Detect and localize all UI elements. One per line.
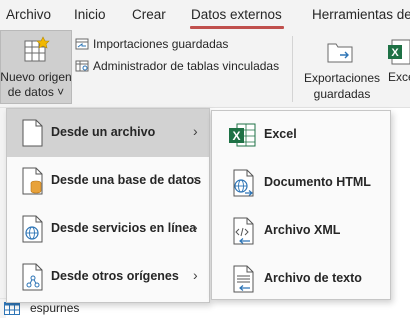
submenu-arrow-icon: ›: [193, 219, 198, 235]
text-file-icon: [233, 265, 254, 293]
ribbon-tab-bar: Archivo Inicio Crear Datos externos Herr…: [0, 0, 410, 30]
submenu-arrow-icon: ›: [193, 267, 198, 283]
navigation-item-label: espurnes: [30, 301, 80, 315]
svg-text:X: X: [232, 129, 240, 143]
submenu-item-text-label: Archivo de texto: [264, 271, 362, 285]
linked-table-manager-label: Administrador de tablas vinculadas: [93, 59, 280, 73]
table-icon: [4, 302, 20, 315]
tab-crear[interactable]: Crear: [132, 7, 166, 22]
html-document-icon: [233, 169, 254, 197]
excel-icon: X: [229, 123, 256, 147]
submenu-arrow-icon: ›: [193, 171, 198, 187]
excel-export-icon: X: [388, 39, 410, 65]
from-file-submenu: X Excel Documento HTML Archivo XML Archi…: [211, 110, 391, 300]
linked-table-manager-icon: [75, 60, 89, 72]
active-tab-indicator: [190, 26, 284, 29]
submenu-item-text[interactable]: Archivo de texto: [212, 255, 390, 303]
linked-table-manager-button[interactable]: Administrador de tablas vinculadas: [75, 59, 279, 73]
ribbon-group-separator: [292, 36, 293, 102]
menu-item-from-database[interactable]: Desde una base de datos ›: [7, 157, 209, 205]
other-sources-icon: [22, 263, 43, 291]
saved-imports-icon: [75, 38, 89, 50]
tab-inicio[interactable]: Inicio: [74, 7, 106, 22]
file-icon: [22, 119, 43, 147]
online-services-icon: [22, 215, 43, 243]
submenu-item-html-label: Documento HTML: [264, 175, 371, 189]
submenu-item-xml[interactable]: Archivo XML: [212, 207, 390, 255]
submenu-item-xml-label: Archivo XML: [264, 223, 341, 237]
submenu-item-excel[interactable]: X Excel: [212, 111, 390, 159]
saved-exports-label-line2: guardadas: [313, 87, 371, 101]
saved-exports-button[interactable]: Exportaciones guardadas: [300, 70, 384, 102]
svg-text:X: X: [391, 47, 399, 59]
saved-exports-icon: [327, 43, 353, 63]
submenu-item-excel-label: Excel: [264, 127, 297, 141]
menu-item-from-file-label: Desde un archivo: [51, 125, 156, 139]
new-data-source-icon: [24, 36, 50, 62]
saved-exports-label-line1: Exportaciones: [303, 71, 381, 85]
excel-export-button[interactable]: Exce: [388, 70, 410, 84]
menu-item-from-online-services-label: Desde servicios en línea: [51, 221, 197, 235]
new-data-source-label-line1: Nuevo origen: [0, 70, 72, 84]
submenu-item-html[interactable]: Documento HTML: [212, 159, 390, 207]
database-file-icon: [22, 167, 43, 195]
new-data-source-label: Nuevo origen de datos ˅: [0, 70, 72, 100]
tab-archivo[interactable]: Archivo: [6, 7, 51, 22]
tab-datos-externos[interactable]: Datos externos: [191, 7, 282, 22]
menu-item-from-online-services[interactable]: Desde servicios en línea ›: [7, 205, 209, 253]
menu-item-from-file[interactable]: Desde un archivo ›: [7, 109, 209, 157]
saved-imports-button[interactable]: Importaciones guardadas: [75, 37, 228, 51]
new-data-source-menu: Desde un archivo › Desde una base de dat…: [6, 108, 210, 303]
submenu-arrow-icon: ›: [193, 123, 198, 139]
saved-imports-label: Importaciones guardadas: [93, 37, 229, 51]
menu-item-from-database-label: Desde una base de datos: [51, 173, 202, 187]
xml-file-icon: [233, 217, 254, 245]
tab-herramientas[interactable]: Herramientas de: [312, 7, 410, 22]
menu-item-from-other-sources-label: Desde otros orígenes: [51, 269, 179, 283]
new-data-source-label-line2: de datos ˅: [7, 85, 65, 99]
menu-item-from-other-sources[interactable]: Desde otros orígenes ›: [7, 253, 209, 301]
